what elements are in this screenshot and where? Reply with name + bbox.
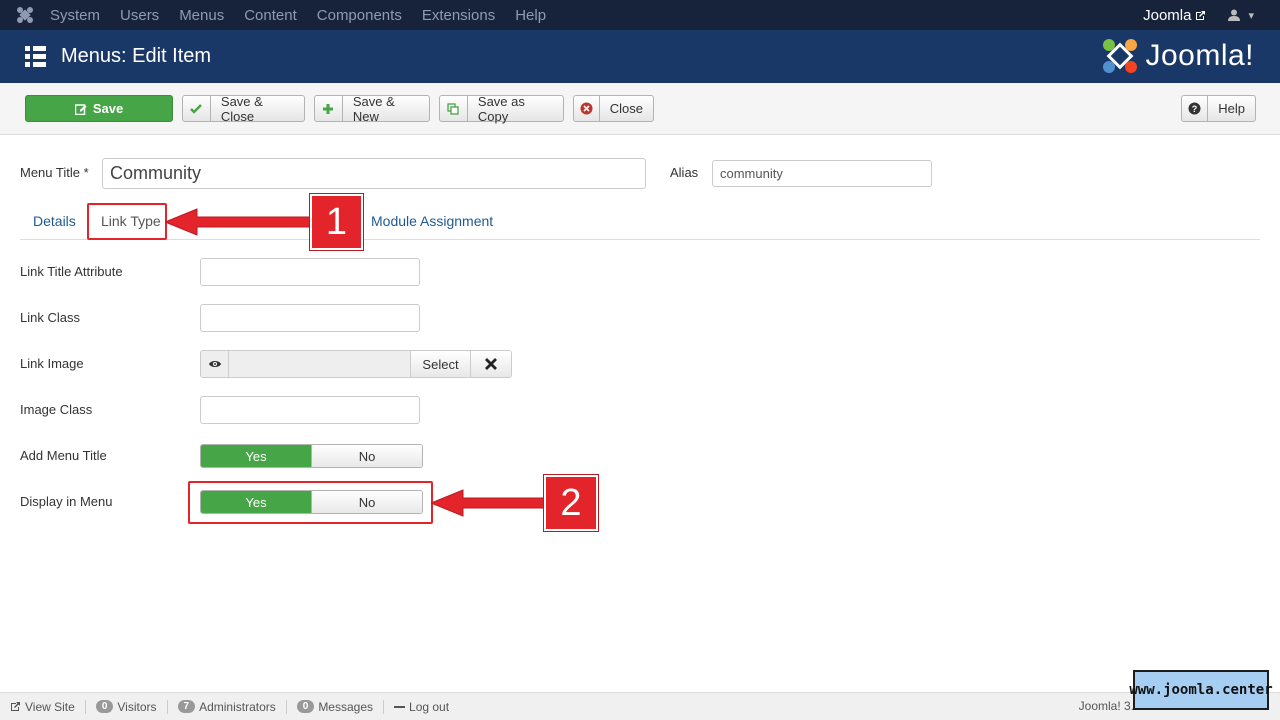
link-title-attribute-label: Link Title Attribute (20, 264, 123, 279)
menu-components[interactable]: Components (317, 7, 402, 24)
save-new-button[interactable]: Save & New (314, 94, 430, 124)
cancel-circle-icon (574, 96, 600, 121)
page-title: Menus: Edit Item (61, 45, 212, 67)
administrators-link[interactable]: 7 Administrators (168, 699, 287, 714)
help-button[interactable]: ? Help (1181, 95, 1256, 122)
minus-icon (394, 705, 406, 708)
menu-users[interactable]: Users (120, 7, 159, 24)
menu-menus[interactable]: Menus (179, 7, 224, 24)
link-image-path-input[interactable] (229, 351, 410, 377)
svg-text:?: ? (1192, 104, 1198, 114)
site-name: Joomla (1143, 6, 1192, 24)
copy-icon (440, 96, 468, 121)
question-icon: ? (1182, 96, 1209, 121)
link-image-label: Link Image (20, 356, 84, 371)
menu-content[interactable]: Content (244, 7, 297, 24)
save-close-button[interactable]: Save & Close (182, 94, 305, 124)
messages-count-badge: 0 (296, 700, 315, 713)
alias-label: Alias (670, 165, 699, 180)
brand-wordmark: Joomla! (1145, 39, 1254, 72)
tab-module-assignment[interactable]: Module Assignment (371, 213, 493, 229)
arrow-1-icon (165, 208, 315, 236)
top-navbar: System Users Menus Content Components Ex… (0, 0, 1280, 30)
menu-title-label: Menu Title * (20, 165, 89, 180)
admins-count-badge: 7 (177, 700, 196, 713)
preview-eye-icon[interactable] (201, 351, 229, 377)
plus-icon (315, 96, 343, 121)
logout-link[interactable]: Log out (384, 700, 459, 714)
external-link-icon (1196, 10, 1206, 20)
image-class-label: Image Class (20, 402, 93, 417)
link-image-field: Select (200, 350, 512, 378)
caret-down-icon: ▾ (1248, 9, 1254, 22)
toolbar: Save Save & Close Save & New Save as Cop… (0, 83, 1280, 135)
select-image-button[interactable]: Select (410, 351, 470, 377)
annotation-callout-1: 1 (310, 194, 363, 250)
close-icon (485, 358, 497, 370)
highlight-display-in-menu (188, 481, 433, 524)
menu-title-input[interactable]: Community (102, 158, 646, 189)
watermark: www.joomla.center (1129, 670, 1273, 710)
link-title-attribute-input[interactable] (200, 258, 420, 286)
add-menu-title-toggle: Yes No (200, 444, 423, 468)
edit-icon (74, 103, 87, 115)
joomla-logo-icon[interactable] (0, 0, 50, 30)
external-link-icon (11, 702, 20, 711)
arrow-2-icon (431, 489, 551, 517)
visitors-link[interactable]: 0 Visitors (86, 699, 168, 714)
clear-image-button[interactable] (470, 351, 511, 377)
link-class-label: Link Class (20, 310, 80, 325)
joomla-brand: Joomla! (1101, 37, 1254, 75)
add-menu-title-no[interactable]: No (311, 445, 422, 467)
menu-help[interactable]: Help (515, 7, 546, 24)
add-menu-title-label: Add Menu Title (20, 448, 107, 463)
close-button[interactable]: Close (573, 95, 654, 122)
highlight-link-type (87, 203, 167, 240)
list-menu-icon (25, 46, 46, 67)
status-bar: View Site 0 Visitors 7 Administrators 0 … (0, 692, 1280, 720)
check-icon (183, 96, 211, 121)
save-copy-button[interactable]: Save as Copy (439, 94, 564, 124)
view-site-link[interactable]: View Site (0, 699, 86, 714)
visitors-count-badge: 0 (95, 700, 114, 713)
messages-link[interactable]: 0 Messages (287, 699, 385, 714)
add-menu-title-yes[interactable]: Yes (201, 445, 311, 467)
alias-input[interactable]: community (712, 160, 932, 187)
menu-extensions[interactable]: Extensions (422, 7, 495, 24)
link-class-input[interactable] (200, 304, 420, 332)
annotation-callout-2: 2 (544, 475, 598, 531)
save-button[interactable]: Save (25, 95, 173, 122)
page-header: Menus: Edit Item Joomla! (0, 30, 1280, 83)
user-icon (1228, 9, 1241, 21)
joomla-brand-icon (1103, 39, 1138, 73)
menu-system[interactable]: System (50, 7, 100, 24)
version-text: Joomla! 3. (1078, 699, 1134, 713)
display-in-menu-label: Display in Menu (20, 494, 113, 509)
site-link[interactable]: Joomla (1143, 7, 1206, 24)
user-menu[interactable]: ▾ (1228, 9, 1254, 22)
tab-details[interactable]: Details (33, 213, 76, 229)
image-class-input[interactable] (200, 396, 420, 424)
